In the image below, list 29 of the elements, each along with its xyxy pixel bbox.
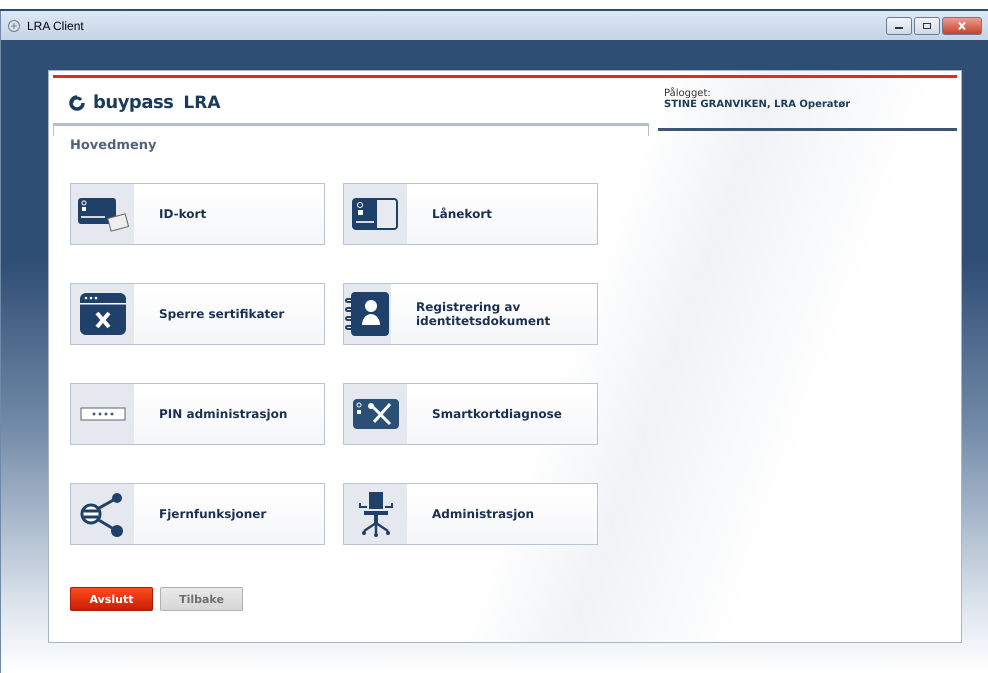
tools-icon bbox=[352, 398, 400, 430]
maximize-icon bbox=[922, 22, 932, 30]
office-chair-icon bbox=[358, 491, 394, 537]
menu-tile[interactable]: Administrasjon bbox=[343, 483, 598, 545]
logo-text: buypass bbox=[93, 92, 174, 113]
id-card-icon bbox=[76, 196, 130, 232]
logo-icon bbox=[67, 94, 87, 110]
user-name: STINE GRANVIKEN, LRA Operatør bbox=[664, 99, 852, 110]
share-icon bbox=[80, 491, 126, 537]
menu-tile[interactable]: PIN administrasjon bbox=[70, 383, 325, 445]
product-name: LRA bbox=[183, 92, 220, 112]
exit-button[interactable]: Avslutt bbox=[70, 587, 153, 611]
minimize-button[interactable] bbox=[886, 16, 912, 34]
menu-tile[interactable]: Sperre sertifikater bbox=[70, 283, 325, 345]
password-field-icon bbox=[80, 407, 126, 421]
menu-tile[interactable]: Registrering av identitetsdokument bbox=[343, 283, 598, 345]
card-icon bbox=[350, 197, 400, 231]
maximize-button[interactable] bbox=[914, 16, 940, 34]
close-icon bbox=[957, 22, 967, 30]
menu-tile[interactable]: Lånekort bbox=[343, 183, 598, 245]
menu-tile[interactable]: Smartkortdiagnose bbox=[343, 383, 598, 445]
close-button[interactable] bbox=[942, 16, 982, 34]
menu-tile[interactable]: Fjernfunksjoner bbox=[70, 483, 325, 545]
login-label: Pålogget: bbox=[664, 88, 712, 99]
contact-book-icon bbox=[345, 291, 390, 337]
window-close-icon bbox=[78, 292, 126, 336]
window-title: LRA Client bbox=[27, 18, 84, 32]
menu-title: Hovedmeny bbox=[70, 138, 158, 153]
menu-tile[interactable]: ID-kort bbox=[70, 183, 325, 245]
